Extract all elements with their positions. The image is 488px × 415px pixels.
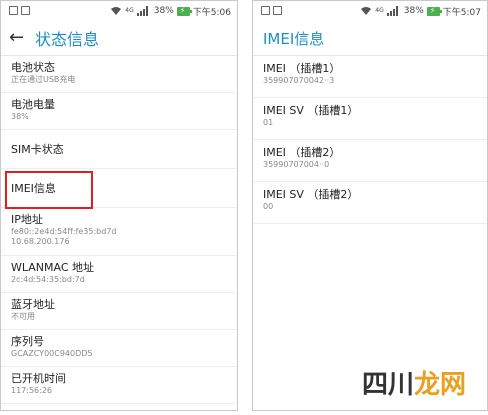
- item-title: IMEI （插槽1）: [263, 62, 341, 75]
- app-header: ← 状态信息: [1, 21, 237, 56]
- usb-icon: [273, 6, 282, 15]
- item-title: IMEI （插槽2）: [263, 146, 341, 159]
- item-value: 359907070042··3: [263, 76, 335, 85]
- notification-icons: [261, 6, 282, 15]
- item-title: 电池状态: [11, 61, 55, 74]
- notification-icon: [261, 6, 270, 15]
- ip-address-item[interactable]: IP地址 fe80::2e4d:54ff:fe35:bd7d 10.68.200…: [1, 208, 237, 256]
- item-title: IMEI SV （插槽1）: [263, 104, 359, 117]
- status-bar: 4G 38% ⚡ 下午5:06: [1, 1, 237, 21]
- imei-info-screen: 4G 38% ⚡ 下午5:07 IMEI信息 IMEI （插槽1） 359907…: [252, 0, 488, 411]
- battery-charging-icon: ⚡: [176, 6, 192, 16]
- item-value: 不可用: [11, 312, 35, 321]
- network-type: 4G: [375, 7, 384, 14]
- notification-icon: [9, 6, 18, 15]
- imei-sv-slot2-item[interactable]: IMEI SV （插槽2） 00: [253, 182, 487, 224]
- item-value: 2c:4d:54:35:bd:7d: [11, 275, 85, 284]
- uptime-item[interactable]: 已开机时间 117:56:26: [1, 367, 237, 404]
- status-info-screen: 4G 38% ⚡ 下午5:06 ← 状态信息 电池状态 正在通过USB充电 电池…: [0, 0, 238, 411]
- item-title: WLANMAC 地址: [11, 261, 95, 274]
- page-title: 状态信息: [35, 30, 100, 49]
- item-value: fe80::2e4d:54ff:fe35:bd7d: [11, 227, 117, 236]
- item-title: 蓝牙地址: [11, 298, 55, 311]
- notification-icons: [9, 6, 30, 15]
- battery-percent: 38%: [153, 6, 174, 16]
- watermark-text-2: 龙网: [414, 370, 467, 400]
- item-value: GCAZCY00C940DD5: [11, 349, 93, 358]
- imei-highlight-box: [5, 171, 93, 209]
- battery-status-item[interactable]: 电池状态 正在通过USB充电: [1, 56, 237, 93]
- item-value: 01: [263, 118, 274, 127]
- imei-sv-slot1-item[interactable]: IMEI SV （插槽1） 01: [253, 98, 487, 140]
- item-title: IMEI SV （插槽2）: [263, 188, 359, 201]
- wifi-icon: [361, 7, 372, 15]
- battery-charging-icon: ⚡: [426, 6, 442, 16]
- signal-icon: [136, 6, 148, 16]
- bluetooth-address-item[interactable]: 蓝牙地址 不可用: [1, 293, 237, 330]
- item-title: SIM卡状态: [11, 142, 64, 156]
- site-watermark: 四川 龙网: [358, 362, 471, 403]
- item-value: 00: [263, 202, 274, 211]
- sim-status-item[interactable]: SIM卡状态: [1, 130, 237, 169]
- network-type: 4G: [125, 7, 134, 14]
- item-value: 35990707004··0: [263, 160, 330, 169]
- item-value: 正在通过USB充电: [11, 75, 76, 84]
- status-bar: 4G 38% ⚡ 下午5:07: [253, 1, 487, 21]
- wlan-mac-item[interactable]: WLANMAC 地址 2c:4d:54:35:bd:7d: [1, 256, 237, 293]
- signal-icon: [386, 6, 398, 16]
- serial-number-item[interactable]: 序列号 GCAZCY00C940DD5: [1, 330, 237, 367]
- item-title: 电池电量: [11, 98, 55, 111]
- item-value: 117:56:26: [11, 386, 53, 395]
- imei-slot1-item[interactable]: IMEI （插槽1） 359907070042··3: [253, 56, 487, 98]
- imei-slot2-item[interactable]: IMEI （插槽2） 35990707004··0: [253, 140, 487, 182]
- wifi-icon: [111, 7, 122, 15]
- item-value: 38%: [11, 112, 29, 121]
- item-title: 已开机时间: [11, 372, 66, 385]
- battery-level-item[interactable]: 电池电量 38%: [1, 93, 237, 130]
- watermark-text-1: 四川: [362, 370, 415, 400]
- clock: 下午5:07: [442, 7, 481, 18]
- clock: 下午5:06: [192, 7, 231, 18]
- app-header: IMEI信息: [253, 21, 487, 56]
- item-title: 序列号: [11, 335, 44, 348]
- usb-icon: [21, 6, 30, 15]
- item-title: IP地址: [11, 213, 43, 226]
- back-arrow-icon[interactable]: ←: [9, 29, 35, 47]
- page-title: IMEI信息: [263, 29, 325, 48]
- screenshot-stage: 4G 38% ⚡ 下午5:06 ← 状态信息 电池状态 正在通过USB充电 电池…: [0, 0, 488, 415]
- item-value-2: 10.68.200.176: [11, 237, 70, 246]
- battery-percent: 38%: [403, 6, 424, 16]
